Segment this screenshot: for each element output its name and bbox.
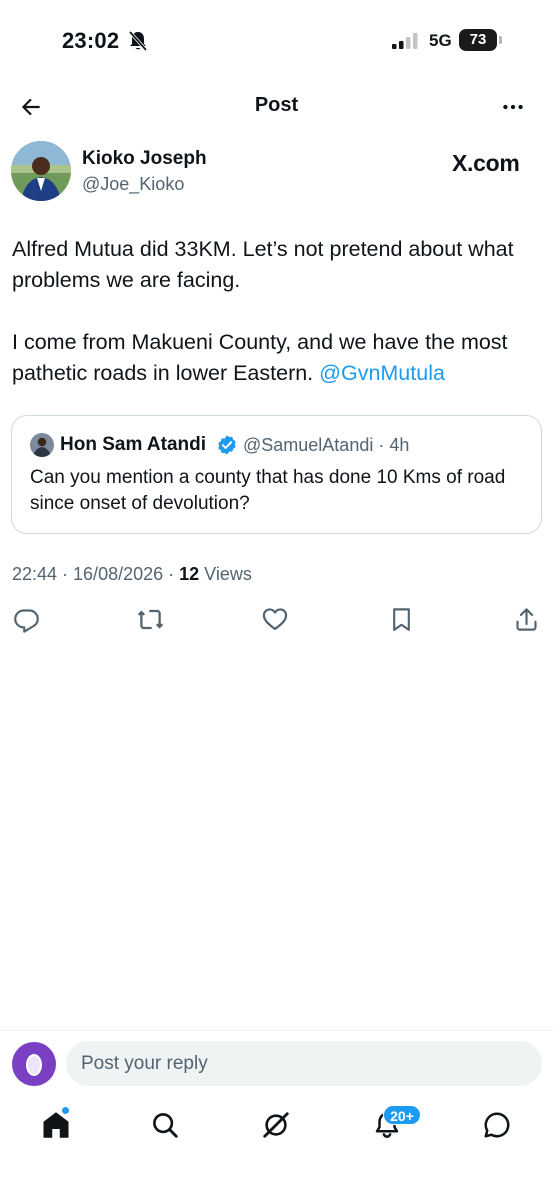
egg-avatar-icon: [26, 1054, 42, 1076]
quote-avatar-photo: [30, 433, 54, 457]
source-label: X.com: [452, 150, 520, 176]
reply-avatar: [12, 1042, 56, 1086]
home-unread-dot: [61, 1106, 70, 1115]
timestamp-row: 22:44 · 16/08/2026 · 12 Views: [12, 564, 252, 585]
post-timestamp: 22:44 · 16/08/2026 ·: [12, 564, 180, 584]
nav-grok[interactable]: [259, 1108, 293, 1142]
bell-off-icon: [128, 30, 148, 52]
notifications-badge: 20+: [383, 1105, 421, 1125]
quote-text: Can you mention a county that has done 1…: [30, 467, 506, 514]
bookmark-icon: [392, 607, 410, 631]
reply-divider: [0, 1030, 553, 1031]
more-dots-icon: [503, 104, 523, 110]
author-avatar[interactable]: [11, 141, 71, 201]
reply-icon: [13, 608, 39, 633]
grok-icon: [263, 1112, 289, 1138]
page-title: Post: [254, 94, 299, 116]
reply-input[interactable]: [66, 1041, 542, 1086]
quote-meta: @SamuelAtandi · 4h: [243, 435, 409, 456]
network-type: 5G: [429, 31, 452, 50]
like-icon: [262, 608, 288, 631]
status-time: 23:02: [62, 28, 120, 53]
nav-messages[interactable]: [480, 1108, 514, 1142]
action-bar: [0, 603, 553, 637]
mention-link[interactable]: @GvnMutula: [319, 361, 445, 385]
battery-nub: [499, 36, 502, 44]
reply-button[interactable]: [10, 603, 42, 635]
share-icon: [515, 607, 537, 631]
quote-time: · 4h: [373, 435, 410, 455]
verified-badge-icon: [218, 435, 236, 455]
quote-author-handle: @SamuelAtandi: [243, 435, 374, 455]
quote-author-name: Hon Sam Atandi: [60, 434, 207, 455]
avatar-photo: [11, 141, 71, 201]
quote-author-avatar: [30, 433, 54, 457]
nav-search[interactable]: [148, 1108, 182, 1142]
battery-level: 73: [469, 31, 487, 48]
status-bar: 23:02 5G 73: [0, 0, 553, 80]
bookmark-button[interactable]: [385, 603, 417, 635]
views-count[interactable]: 12: [179, 564, 199, 584]
repost-button[interactable]: [134, 603, 166, 635]
tweet-paragraph: I come from Makueni County, and we have …: [12, 327, 547, 389]
signal-icon: [392, 33, 418, 49]
author-handle[interactable]: @Joe_Kioko: [82, 174, 184, 195]
search-icon: [153, 1113, 178, 1138]
tweet-text: Alfred Mutua did 33KM. Let’s not pretend…: [12, 234, 547, 389]
bottom-nav: [0, 1100, 553, 1154]
repost-icon: [137, 609, 163, 629]
nav-header: Post: [0, 82, 553, 130]
author-name[interactable]: Kioko Joseph: [82, 148, 207, 170]
battery-icon: 73: [459, 29, 497, 51]
share-button[interactable]: [510, 603, 542, 635]
tweet-paragraph: Alfred Mutua did 33KM. Let’s not pretend…: [12, 237, 514, 292]
messages-icon: [484, 1112, 510, 1138]
quoted-tweet[interactable]: Hon Sam Atandi @SamuelAtandi · 4h Can yo…: [11, 415, 542, 534]
more-options-button[interactable]: [496, 90, 530, 124]
views-label: Views: [199, 564, 252, 584]
like-button[interactable]: [259, 603, 291, 635]
